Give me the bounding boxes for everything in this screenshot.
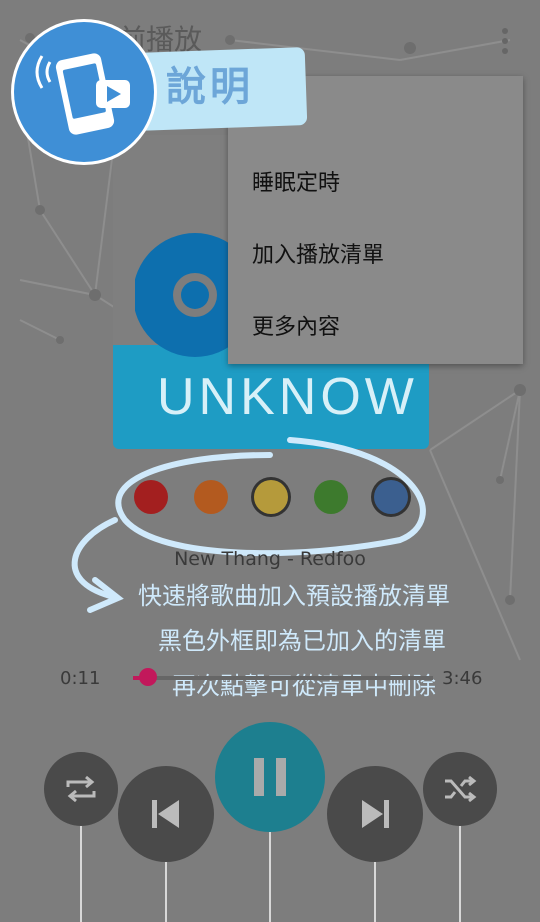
repeat-icon — [66, 775, 96, 803]
seek-bar[interactable] — [133, 668, 433, 686]
skip-next-icon — [362, 800, 389, 828]
song-title: New Thang - Redfoo — [174, 548, 366, 570]
total-time: 3:46 — [442, 668, 483, 689]
skip-previous-icon — [152, 800, 179, 828]
next-button[interactable] — [327, 766, 423, 862]
help-note-line: 黑色外框即為已加入的清單 — [158, 627, 446, 655]
string-decoration — [269, 820, 271, 922]
shuffle-button[interactable] — [423, 752, 497, 826]
elapsed-time: 0:11 — [60, 668, 101, 689]
string-decoration — [374, 855, 376, 922]
shuffle-icon — [445, 775, 477, 803]
help-note-line: 快速將歌曲加入預設播放清單 — [138, 582, 450, 610]
seek-bar-thumb[interactable] — [139, 668, 157, 686]
repeat-button[interactable] — [44, 752, 118, 826]
play-pause-button[interactable] — [215, 722, 325, 832]
previous-button[interactable] — [118, 766, 214, 862]
string-decoration — [165, 855, 167, 922]
pause-icon — [254, 758, 286, 796]
